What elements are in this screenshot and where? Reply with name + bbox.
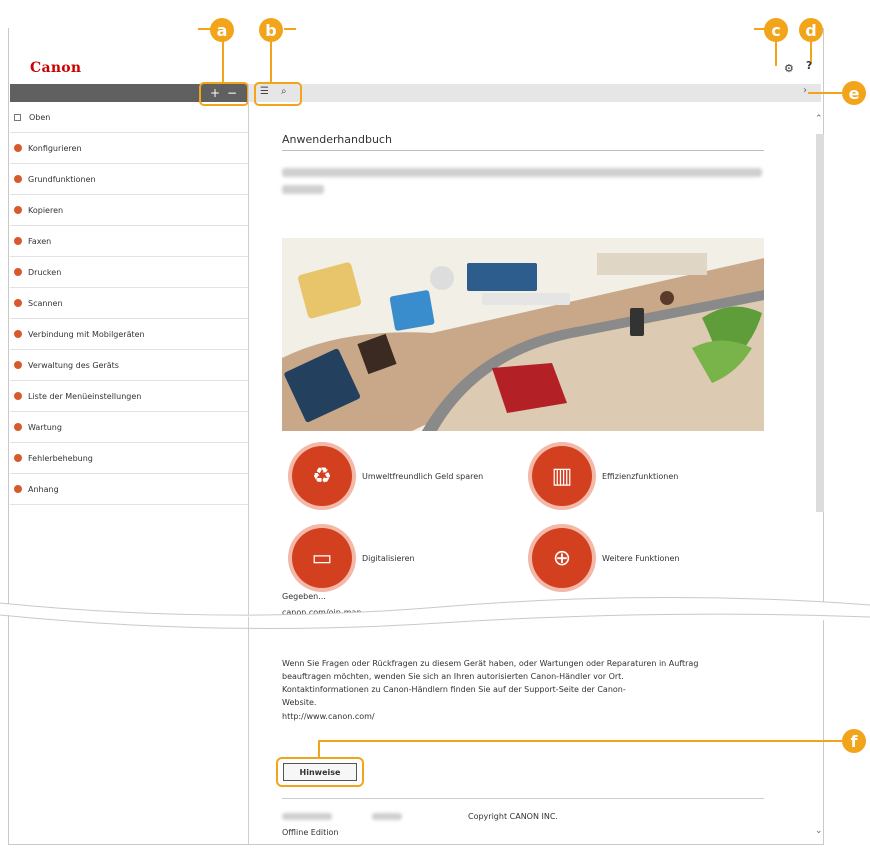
sidebar-item-label: Scannen	[28, 298, 63, 308]
model-list-line	[282, 185, 324, 194]
callout-d-line	[810, 40, 812, 62]
support-line: Wenn Sie Fragen oder Rückfragen zu diese…	[282, 659, 699, 668]
toggle-sidebar-icon[interactable]: ›	[803, 85, 807, 96]
efficiency-chart-icon: ▥	[532, 446, 592, 506]
sidebar-item-label: Grundfunktionen	[28, 174, 96, 184]
sidebar-item[interactable]: Fehlerbehebung	[10, 443, 248, 474]
callout-b-line	[270, 40, 272, 82]
sidebar-item[interactable]: Liste der Menüeinstellungen	[10, 381, 248, 412]
scroll-up-icon[interactable]: ⌃	[815, 114, 823, 124]
callout-e-line	[808, 92, 844, 94]
footer-code	[282, 813, 332, 820]
callout-e: e	[842, 81, 866, 105]
pane-divider[interactable]	[248, 84, 249, 844]
copyright-text: Copyright CANON INC.	[468, 812, 558, 821]
sidebar-item[interactable]: Kopieren	[10, 195, 248, 226]
sidebar-item-label: Faxen	[28, 236, 52, 246]
feature-effizienz[interactable]: ▥ Effizienzfunktionen	[532, 446, 678, 506]
scroll-down-icon[interactable]: ⌄	[815, 826, 823, 836]
sidebar-item[interactable]: Anhang	[10, 474, 248, 505]
callout-b-line	[284, 28, 296, 30]
expand-arrow-icon	[14, 237, 22, 245]
canon-website-link[interactable]: http://www.canon.com/	[282, 710, 375, 723]
support-line: beauftragen möchten, wenden Sie sich an …	[282, 672, 624, 681]
sidebar-nav: Oben Konfigurieren Grundfunktionen Kopieren…	[10, 102, 248, 597]
sidebar-item-label: Kopieren	[28, 205, 64, 215]
settings-gear-icon[interactable]: ⚙	[784, 62, 794, 75]
sidebar-item-label: Fehlerbehebung	[28, 453, 93, 463]
sidebar-item[interactable]: Oben	[10, 102, 248, 133]
expand-arrow-icon	[14, 268, 22, 276]
hero-illustration	[282, 238, 764, 431]
callout-a: a	[210, 18, 234, 42]
expand-arrow-icon	[14, 175, 22, 183]
sidebar-item[interactable]: Drucken	[10, 257, 248, 288]
expand-arrow-icon	[14, 454, 22, 462]
sidebar-lower-area	[10, 610, 248, 843]
sidebar-item-label: Liste der Menüeinstellungen	[28, 391, 142, 401]
footer-date	[372, 813, 402, 820]
feature-umwelt[interactable]: ♻ Umweltfreundlich Geld sparen	[292, 446, 483, 506]
page-title: Anwenderhandbuch	[282, 133, 392, 146]
edition-text: Offline Edition	[282, 828, 339, 837]
expand-arrow-icon	[14, 392, 22, 400]
scrollbar-thumb[interactable]	[816, 134, 824, 512]
callout-a-line	[222, 40, 224, 82]
sidebar-item-label: Anhang	[28, 484, 59, 494]
more-functions-icon: ⊕	[532, 528, 592, 588]
callout-f-line	[318, 740, 844, 742]
sidebar-item[interactable]: Scannen	[10, 288, 248, 319]
expand-arrow-icon	[14, 485, 22, 493]
sidebar-item-label: Drucken	[28, 267, 62, 277]
section-break-wave	[0, 596, 870, 629]
feature-digitalisieren[interactable]: ▭ Digitalisieren	[292, 528, 415, 588]
sidebar-item-label: Oben	[29, 112, 51, 122]
support-line: Kontaktinformationen zu Canon-Händlern f…	[282, 685, 626, 694]
callout-f-line	[318, 740, 320, 758]
page-icon	[14, 113, 21, 121]
sidebar-item[interactable]: Faxen	[10, 226, 248, 257]
eco-icon: ♻	[292, 446, 352, 506]
desk-illustration	[282, 238, 764, 431]
sidebar-item[interactable]: Verwaltung des Geräts	[10, 350, 248, 381]
sidebar-item-label: Konfigurieren	[28, 143, 82, 153]
expand-arrow-icon	[14, 144, 22, 152]
sidebar-item-label: Verbindung mit Mobilgeräten	[28, 329, 145, 339]
expand-arrow-icon	[14, 206, 22, 214]
title-divider	[282, 150, 764, 151]
expand-arrow-icon	[14, 423, 22, 431]
expand-arrow-icon	[14, 330, 22, 338]
toc-search-highlight	[254, 82, 302, 106]
main-toolbar	[249, 84, 821, 102]
support-line: Website.	[282, 698, 317, 707]
notes-highlight	[276, 757, 364, 787]
footer-divider	[282, 798, 764, 799]
callout-d: d	[799, 18, 823, 42]
model-list-line	[282, 168, 762, 177]
sidebar-item[interactable]: Grundfunktionen	[10, 164, 248, 195]
monitor-icon: ▭	[292, 528, 352, 588]
callout-c-line	[775, 40, 777, 66]
sidebar-item[interactable]: Verbindung mit Mobilgeräten	[10, 319, 248, 350]
sidebar-item[interactable]: Wartung	[10, 412, 248, 443]
sidebar-item-label: Verwaltung des Geräts	[28, 360, 119, 370]
callout-b: b	[259, 18, 283, 42]
expand-arrow-icon	[14, 299, 22, 307]
expand-arrow-icon	[14, 361, 22, 369]
canon-logo: Canon	[30, 60, 82, 76]
callout-f: f	[842, 729, 866, 753]
callout-c: c	[764, 18, 788, 42]
sidebar-item[interactable]: Konfigurieren	[10, 133, 248, 164]
sidebar-item-label: Wartung	[28, 422, 62, 432]
feature-weitere[interactable]: ⊕ Weitere Funktionen	[532, 528, 679, 588]
